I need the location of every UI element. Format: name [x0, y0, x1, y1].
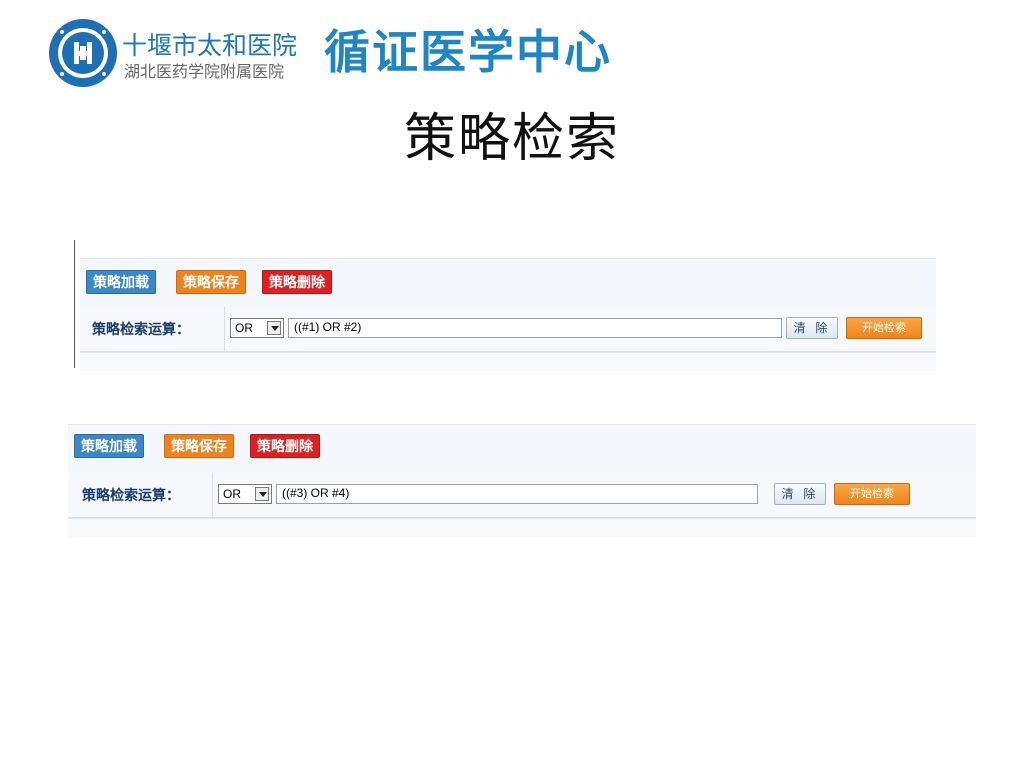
strategy-panel-2: 策略加载 策略保存 策略删除 策略检索运算： OR ((#3) OR #4) 清…	[68, 424, 976, 537]
expression-input[interactable]: ((#3) OR #4)	[276, 484, 758, 504]
expression-input[interactable]: ((#1) OR #2)	[288, 318, 782, 338]
dropdown-arrow-icon[interactable]	[267, 321, 281, 335]
strategy-load-button[interactable]: 策略加载	[74, 434, 144, 458]
start-search-button[interactable]: 开始检索	[834, 483, 910, 505]
panel-footer	[80, 352, 936, 371]
strategy-delete-button[interactable]: 策略删除	[262, 270, 332, 294]
hospital-subtitle: 湖北医药学院附属医院	[124, 62, 285, 81]
operation-label-cell: 策略检索运算：	[68, 473, 213, 517]
hospital-seal-icon	[49, 19, 117, 87]
strategy-delete-button[interactable]: 策略删除	[250, 434, 320, 458]
start-search-button[interactable]: 开始检索	[846, 317, 922, 339]
strategy-save-button[interactable]: 策略保存	[164, 434, 234, 458]
clear-button[interactable]: 清 除	[774, 483, 826, 505]
clear-button[interactable]: 清 除	[786, 317, 838, 339]
operation-row: 策略检索运算： OR ((#1) OR #2) 清 除 开始检索	[80, 307, 936, 352]
panel-toolbar: 策略加载 策略保存 策略删除	[68, 424, 976, 474]
slide-title: 策略检索	[403, 109, 620, 169]
operator-select-value: OR	[223, 487, 241, 501]
panel-footer	[68, 518, 976, 537]
operation-row: 策略检索运算： OR ((#3) OR #4) 清 除 开始检索	[68, 473, 976, 518]
strategy-panel-1: 策略加载 策略保存 策略删除 策略检索运算： OR ((#1) OR #2) 清…	[80, 258, 936, 371]
operator-select[interactable]: OR	[218, 484, 272, 504]
operation-label: 策略检索运算：	[92, 322, 190, 338]
panel-toolbar: 策略加载 策略保存 策略删除	[80, 258, 936, 308]
center-name: 循证医学中心	[324, 25, 612, 79]
strategy-save-button[interactable]: 策略保存	[176, 270, 246, 294]
dropdown-arrow-icon[interactable]	[255, 487, 269, 501]
operator-select-value: OR	[235, 321, 253, 335]
operator-select[interactable]: OR	[230, 318, 284, 338]
strategy-load-button[interactable]: 策略加载	[86, 270, 156, 294]
panel-left-border	[74, 240, 75, 368]
operation-label: 策略检索运算：	[82, 488, 180, 504]
hospital-name: 十堰市太和医院	[122, 31, 298, 60]
operation-label-cell: 策略检索运算：	[80, 307, 225, 351]
